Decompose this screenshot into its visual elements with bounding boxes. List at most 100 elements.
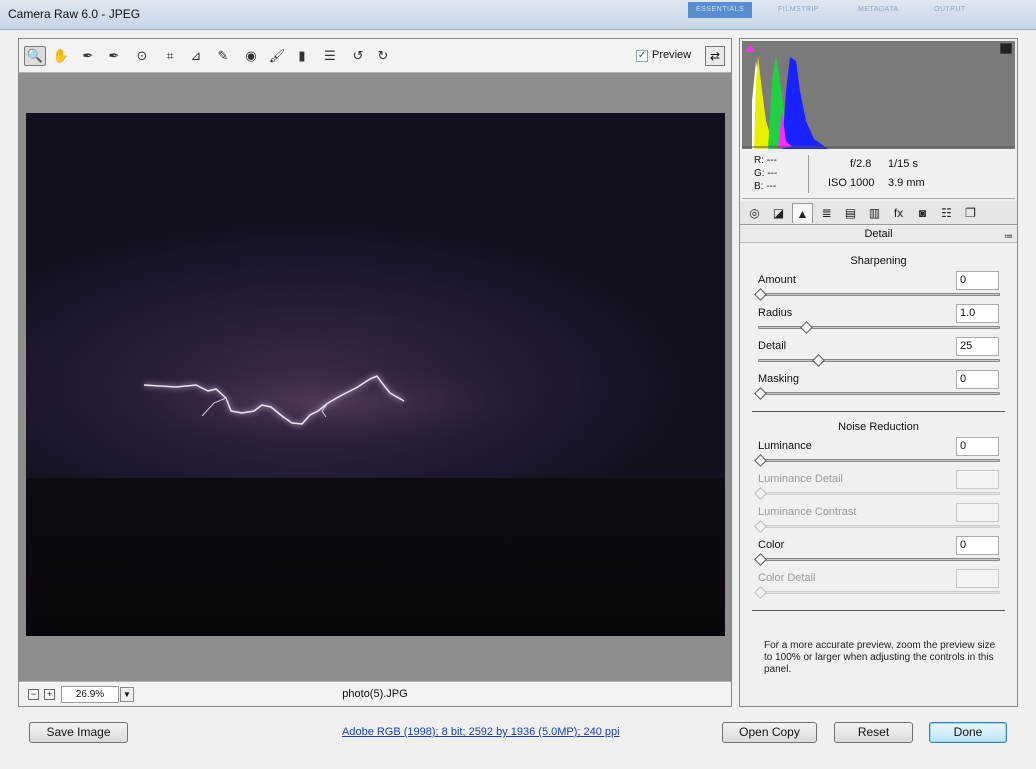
red-eye-removal-tool-icon[interactable]: ◉ [240, 46, 262, 66]
zoom-hint-note: For a more accurate preview, zoom the pr… [764, 640, 996, 675]
color-detail-slider-thumb [754, 586, 767, 599]
adjustments-panel: R: --- G: --- B: --- f/2.8 1/15 s ISO 10… [739, 38, 1018, 707]
radius-slider[interactable] [758, 321, 1000, 334]
preview-label[interactable]: Preview [652, 49, 691, 61]
histogram [742, 41, 1015, 149]
sharpening-heading: Sharpening [850, 255, 907, 267]
color-slider-thumb[interactable] [754, 553, 767, 566]
amount-slider-thumb[interactable] [754, 288, 767, 301]
title-bar: Camera Raw 6.0 - JPEG ESSENTIALS FILMSTR… [0, 0, 1036, 30]
luminance-detail-label: Luminance Detail [758, 473, 843, 485]
dialog-body: ✓ Preview ⇄ 🔍✋✒✒⊙⌗⊿✎◉🖌▮☰↺↻ [6, 30, 1030, 763]
save-image-button[interactable]: Save Image [29, 722, 128, 743]
effects-tab-icon[interactable]: fx [888, 203, 909, 223]
luminance-contrast-input [956, 503, 999, 522]
workspace-tab-essentials[interactable]: ESSENTIALS [688, 2, 753, 18]
color-detail-label: Color Detail [758, 572, 816, 584]
snapshots-tab-icon[interactable]: ❐ [960, 203, 981, 223]
detail-input[interactable]: 25 [956, 337, 999, 356]
filename-label: photo(5).JPG [342, 688, 408, 700]
amount-slider[interactable] [754, 288, 1000, 301]
panel-tabs: ◎ ◪ ▲ ≣ ▤ ▥ fx ◙ ☷ ❐ [740, 201, 1017, 225]
workspace-tab-output[interactable]: OUTPUT [926, 2, 974, 18]
b-readout: B: --- [754, 181, 777, 192]
panel-title: Detail [864, 228, 893, 240]
masking-slider[interactable] [754, 387, 1000, 400]
split-toning-tab-icon[interactable]: ▤ [840, 203, 861, 223]
luminance-contrast-slider [754, 520, 1000, 533]
section-divider [752, 610, 1005, 611]
radius-label: Radius [758, 307, 793, 319]
straighten-tool-icon[interactable]: ⊿ [185, 46, 207, 66]
fullscreen-toggle-icon[interactable]: ⇄ [705, 46, 725, 66]
preview-panel: ✓ Preview ⇄ 🔍✋✒✒⊙⌗⊿✎◉🖌▮☰↺↻ [18, 38, 732, 707]
g-readout: G: --- [754, 168, 778, 179]
color-detail-slider [754, 586, 1000, 599]
lightning-bolt-image [96, 317, 556, 448]
spot-removal-tool-icon[interactable]: ✎ [212, 46, 234, 66]
amount-label: Amount [758, 274, 796, 286]
reset-button[interactable]: Reset [834, 722, 913, 743]
detail-label: Detail [758, 340, 787, 352]
panel-header: Detail ≔ [740, 226, 1017, 243]
graduated-filter-tool-icon[interactable]: ▮ [291, 46, 313, 66]
focal-length-value: 3.9 mm [888, 177, 925, 189]
preview-statusbar: − + 26.9% ▼ photo(5).JPG [19, 681, 731, 706]
luminance-slider-thumb[interactable] [754, 454, 767, 467]
masking-input[interactable]: 0 [956, 370, 999, 389]
radius-slider-thumb[interactable] [800, 321, 814, 334]
done-button[interactable]: Done [929, 722, 1007, 743]
luminance-label: Luminance [758, 440, 812, 452]
detail-tab-icon[interactable]: ▲ [792, 203, 813, 223]
r-readout: R: --- [754, 155, 777, 166]
luminance-detail-slider [754, 487, 1000, 500]
aperture-value: f/2.8 [850, 158, 872, 170]
hsl-tab-icon[interactable]: ≣ [816, 203, 837, 223]
lens-corrections-tab-icon[interactable]: ▥ [864, 203, 885, 223]
rotate-cw-tool-icon[interactable]: ↻ [372, 46, 394, 66]
luminance-detail-input [956, 470, 999, 489]
crop-tool-icon[interactable]: ⌗ [159, 46, 181, 66]
panel-menu-icon[interactable]: ≔ [1004, 228, 1013, 244]
white-balance-tool-icon[interactable]: ✒ [77, 46, 99, 66]
camera-calibration-tab-icon[interactable]: ◙ [912, 203, 933, 223]
rotate-ccw-tool-icon[interactable]: ↺ [347, 46, 369, 66]
presets-tab-icon[interactable]: ☷ [936, 203, 957, 223]
workflow-options-link[interactable]: Adobe RGB (1998); 8 bit; 2592 by 1936 (5… [342, 726, 620, 738]
color-detail-input [956, 569, 999, 588]
noise-reduction-heading: Noise Reduction [838, 421, 919, 433]
window-title: Camera Raw 6.0 - JPEG [8, 7, 141, 21]
workspace-tab-filmstrip[interactable]: FILMSTRIP [770, 2, 827, 18]
tone-curve-tab-icon[interactable]: ◪ [768, 203, 789, 223]
luminance-input[interactable]: 0 [956, 437, 999, 456]
preview-checkbox[interactable]: ✓ [636, 50, 648, 62]
luminance-contrast-slider-thumb [754, 520, 767, 533]
section-divider [752, 411, 1005, 412]
hand-tool-icon[interactable]: ✋ [50, 46, 72, 66]
luminance-detail-slider-thumb [754, 487, 767, 500]
histogram-graph [742, 55, 1015, 149]
detail-slider[interactable] [758, 354, 1000, 367]
masking-slider-thumb[interactable] [754, 387, 767, 400]
workspace-tab-metadata[interactable]: METADATA [850, 2, 907, 18]
image-preview[interactable] [26, 113, 725, 636]
adjustment-brush-tool-icon[interactable]: 🖌 [266, 46, 288, 66]
preferences-tool-icon[interactable]: ☰ [319, 46, 341, 66]
radius-input[interactable]: 1.0 [956, 304, 999, 323]
detail-slider-thumb[interactable] [812, 354, 825, 367]
readout-divider [808, 155, 809, 193]
amount-input[interactable]: 0 [956, 271, 999, 290]
basic-tab-icon[interactable]: ◎ [744, 203, 765, 223]
color-slider[interactable] [754, 553, 1000, 566]
toolbar: ✓ Preview ⇄ 🔍 ✋ ✒ ✒ ⊙ ⌗ ⊿ ✎ ◉ 🖌 ▮ ☰ ↺ ↻ [19, 39, 731, 73]
color-input[interactable]: 0 [956, 536, 999, 555]
open-copy-button[interactable]: Open Copy [722, 722, 817, 743]
luminance-contrast-label: Luminance Contrast [758, 506, 857, 518]
targeted-adjustment-tool-icon[interactable]: ⊙ [131, 46, 153, 66]
color-label: Color [758, 539, 785, 551]
shutter-value: 1/15 s [888, 158, 918, 170]
masking-label: Masking [758, 373, 799, 385]
zoom-tool-icon[interactable]: 🔍 [24, 46, 46, 66]
color-sampler-tool-icon[interactable]: ✒ [103, 46, 125, 66]
luminance-slider[interactable] [754, 454, 1000, 467]
